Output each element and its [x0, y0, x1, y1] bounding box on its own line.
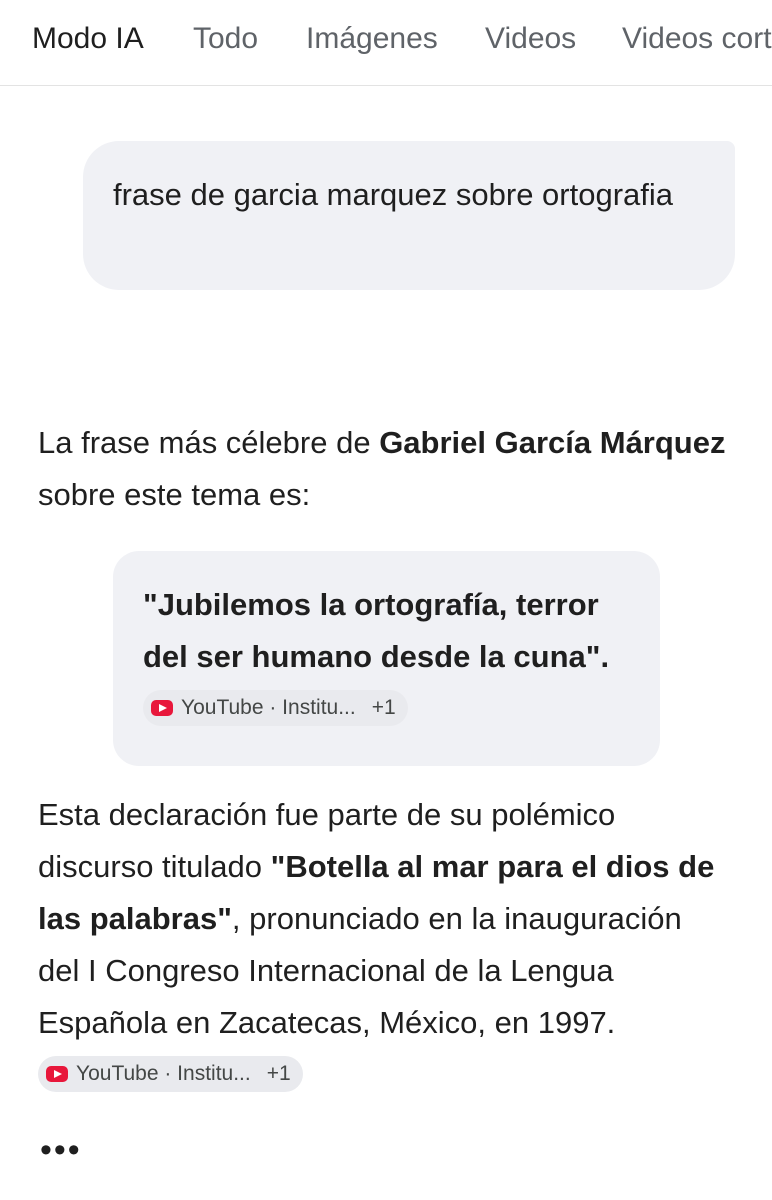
mode-tabs-bar: Modo IA Todo Imágenes Videos Videos cort [0, 0, 772, 86]
answer-intro-text-1: La frase más célebre de [38, 425, 380, 460]
youtube-icon [151, 699, 173, 716]
quote-content: "Jubilemos la ortografía, terror del ser… [143, 587, 610, 674]
source-chip-youtube[interactable]: YouTube · Institu... +1 [143, 689, 408, 726]
source-chip-extra-count: +1 [266, 1061, 291, 1085]
quote-card: "Jubilemos la ortografía, terror del ser… [113, 551, 660, 766]
tab-todo[interactable]: Todo [193, 20, 258, 58]
answer-intro-text-2: sobre este tema es: [38, 477, 311, 512]
youtube-icon [46, 1065, 68, 1082]
source-chip-label: YouTube · Institu... [181, 695, 356, 719]
answer-body: Esta declaración fue parte de su polémic… [38, 789, 728, 1101]
tab-modo-ia[interactable]: Modo IA [32, 20, 144, 58]
tab-imagenes[interactable]: Imágenes [306, 20, 438, 58]
answer-intro: La frase más célebre de Gabriel García M… [38, 417, 728, 521]
source-chip-youtube-2[interactable]: YouTube · Institu... +1 [38, 1055, 303, 1092]
user-query-bubble: frase de garcia marquez sobre ortografia [83, 141, 735, 290]
more-options-icon[interactable]: ••• [40, 1130, 82, 1170]
source-chip-extra-count: +1 [371, 695, 396, 719]
source-chip-label: YouTube · Institu... [76, 1061, 251, 1085]
tab-videos-cortos[interactable]: Videos cort [622, 20, 772, 58]
tab-videos[interactable]: Videos [485, 20, 576, 58]
answer-intro-author: Gabriel García Márquez [379, 425, 726, 460]
quote-text: "Jubilemos la ortografía, terror del ser… [143, 579, 630, 735]
user-query-text: frase de garcia marquez sobre ortografia [113, 177, 674, 212]
